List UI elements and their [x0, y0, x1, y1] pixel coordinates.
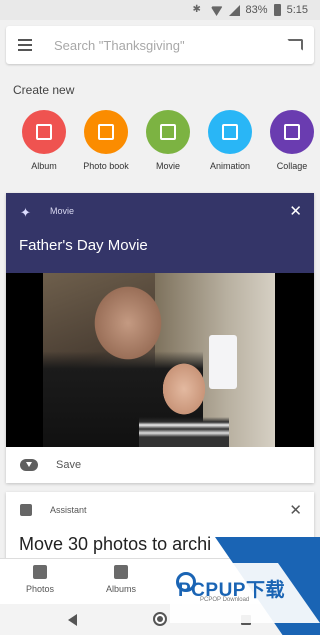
collage-icon — [270, 110, 314, 154]
movie-photo[interactable] — [6, 273, 314, 447]
battery-percent: 83% — [245, 4, 268, 16]
create-item-label: Animation — [209, 161, 251, 171]
create-item-label: Movie — [155, 161, 180, 171]
nav-label: Albums — [105, 584, 136, 594]
nav-label: Photos — [25, 584, 55, 594]
create-photo-book-button[interactable]: Photo book — [74, 110, 138, 171]
movie-type-label: Movie — [50, 206, 75, 216]
album-icon — [22, 110, 66, 154]
albums-icon — [114, 565, 128, 579]
photo-book-icon — [84, 110, 128, 154]
photos-icon — [33, 565, 47, 579]
create-item-label: Photo book — [83, 161, 129, 171]
movie-card-header: ✦ Movie ✕ Father's Day Movie — [6, 193, 314, 273]
clock: 5:15 — [286, 4, 308, 16]
signal-icon — [228, 4, 240, 16]
sparkle-icon: ✦ — [20, 205, 31, 220]
nav-albums[interactable]: Albums — [86, 565, 156, 594]
create-collage-button[interactable]: Collage — [260, 110, 320, 171]
search-input[interactable]: Search "Thanksgiving" — [44, 38, 276, 53]
wifi-icon — [210, 6, 223, 16]
cloud-download-icon — [20, 459, 38, 471]
save-button[interactable]: Save — [6, 447, 314, 483]
nav-photos[interactable]: Photos — [5, 565, 75, 594]
create-movie-button[interactable]: Movie — [136, 110, 200, 171]
create-animation-button[interactable]: Animation — [198, 110, 262, 171]
save-label: Save — [56, 459, 82, 471]
watermark-logo: PCPUP下载 PCPOP Download — [170, 537, 320, 635]
movie-card[interactable]: ✦ Movie ✕ Father's Day Movie Save — [6, 193, 314, 483]
search-bar[interactable]: Search "Thanksgiving" — [6, 26, 314, 64]
movie-title: Father's Day Movie — [19, 237, 148, 254]
bluetooth-icon: ✱ — [192, 4, 201, 15]
status-bar: ✱ 83% 5:15 — [0, 0, 320, 20]
assistant-label: Assistant — [50, 505, 87, 515]
home-icon[interactable] — [153, 612, 167, 626]
menu-icon[interactable] — [6, 26, 44, 64]
watermark-subtext: PCPOP Download — [200, 597, 250, 603]
create-album-button[interactable]: Album — [12, 110, 76, 171]
battery-icon — [273, 4, 281, 16]
close-icon[interactable]: ✕ — [289, 202, 302, 220]
animation-icon — [208, 110, 252, 154]
create-item-label: Collage — [276, 161, 308, 171]
assistant-icon — [20, 504, 32, 516]
back-icon[interactable] — [68, 614, 77, 626]
close-icon[interactable]: ✕ — [289, 501, 302, 519]
cast-icon[interactable] — [276, 26, 314, 64]
create-new-heading: Create new — [13, 83, 75, 97]
movie-icon — [146, 110, 190, 154]
create-item-label: Album — [31, 161, 57, 171]
create-new-row: Album Photo book Movie Animation Collage — [0, 110, 320, 180]
